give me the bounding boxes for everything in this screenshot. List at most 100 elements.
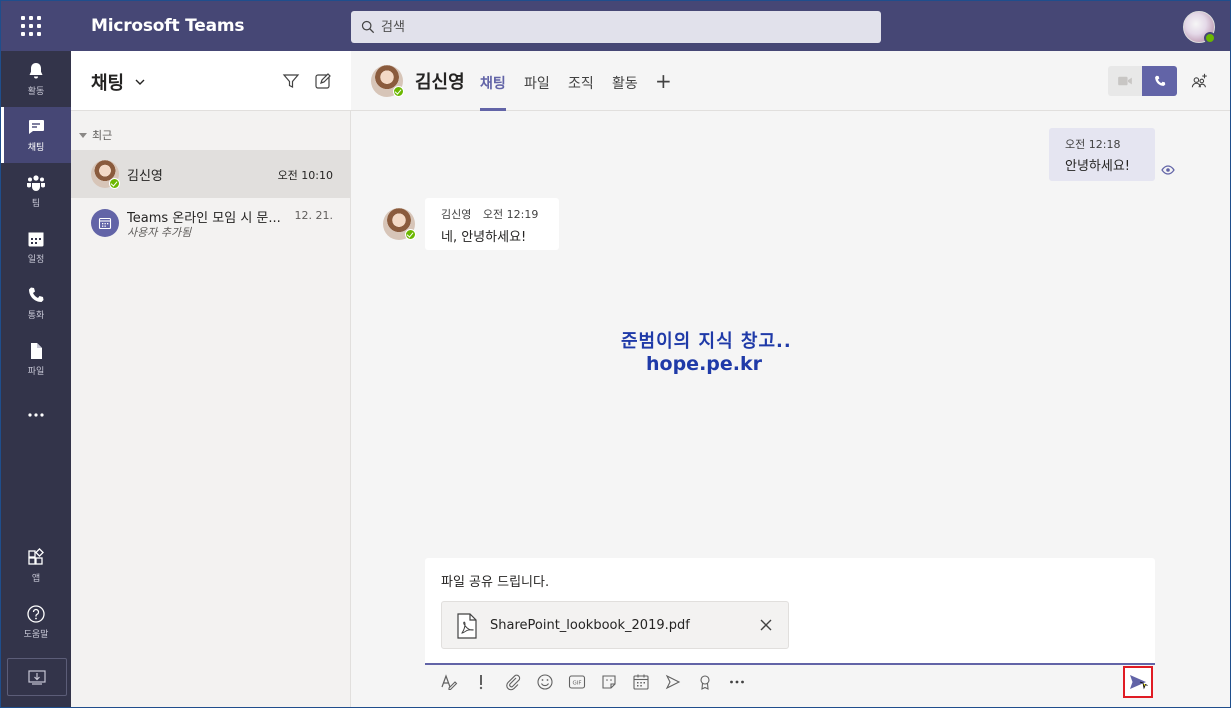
calendar-icon xyxy=(28,232,44,247)
rail-label: 활동 xyxy=(27,87,45,97)
pdf-file-icon xyxy=(457,613,477,639)
chat-time: 오전 10:10 xyxy=(277,169,333,182)
add-people-button[interactable] xyxy=(1189,70,1211,92)
add-people-icon xyxy=(1191,73,1207,88)
compose-box[interactable]: 파일 공유 드립니다. SharePoint_lookbook_2019.pdf xyxy=(425,558,1155,665)
watermark-url: hope.pe.kr xyxy=(646,353,762,375)
calendar-icon xyxy=(633,674,649,690)
app-title: Microsoft Teams xyxy=(91,16,245,36)
rail-item-calendar[interactable]: 일정 xyxy=(1,219,71,275)
rail-item-calls[interactable]: 통화 xyxy=(1,275,71,331)
compose-message-text[interactable]: 파일 공유 드립니다. xyxy=(441,571,549,590)
collapse-triangle-icon xyxy=(79,132,87,138)
rail-item-apps[interactable]: 앱 xyxy=(1,538,71,594)
teams-icon xyxy=(27,175,45,191)
download-icon xyxy=(28,670,46,685)
rail-label: 앱 xyxy=(31,574,41,584)
rail-label: 도움말 xyxy=(23,630,49,640)
video-call-button[interactable] xyxy=(1108,66,1142,96)
svg-text:GIF: GIF xyxy=(572,681,581,687)
search-input[interactable] xyxy=(381,19,861,35)
important-button[interactable] xyxy=(469,671,493,693)
read-receipt-eye-icon xyxy=(1161,165,1175,175)
phone-icon xyxy=(29,287,44,302)
conversation-header: 김신영 채팅 파일 조직 활동 + xyxy=(351,51,1230,111)
presence-available-icon xyxy=(1204,32,1216,44)
rail-label: 일정 xyxy=(27,255,45,265)
remove-attachment-button[interactable] xyxy=(756,615,776,635)
rail-label: 채팅 xyxy=(27,143,45,153)
add-tab-button[interactable]: + xyxy=(655,71,672,91)
close-icon xyxy=(760,619,772,631)
tab-organization[interactable]: 조직 xyxy=(568,73,594,111)
rail-item-help[interactable]: 도움말 xyxy=(1,594,71,650)
download-app-button[interactable] xyxy=(7,658,67,696)
message-received[interactable]: 김신영 오전 12:19 네, 안녕하세요! xyxy=(425,198,559,250)
chat-name: 김신영 xyxy=(127,169,163,184)
exclamation-icon xyxy=(479,675,483,690)
more-apps-button[interactable] xyxy=(1,387,71,443)
chat-preview: 사용자 추가됨 xyxy=(127,226,192,239)
audio-call-button[interactable] xyxy=(1142,66,1177,96)
app-rail: 활동 채팅 팀 일정 통화 파일 앱 도움말 xyxy=(1,51,71,707)
stream-button[interactable] xyxy=(661,671,685,693)
recent-section-header[interactable]: 최근 xyxy=(79,127,112,143)
schedule-meeting-button[interactable] xyxy=(629,671,653,693)
praise-button[interactable] xyxy=(693,671,717,693)
bell-icon xyxy=(29,63,43,79)
compose-icon xyxy=(315,73,331,89)
tab-activity[interactable]: 활동 xyxy=(612,73,638,111)
app-launcher-icon[interactable] xyxy=(19,14,43,38)
send-button[interactable] xyxy=(1123,666,1153,698)
message-text: 네, 안녕하세요! xyxy=(441,230,527,245)
new-chat-button[interactable] xyxy=(312,70,334,92)
calendar-icon xyxy=(98,217,112,230)
chat-time: 12. 21. xyxy=(294,209,333,222)
attach-button[interactable] xyxy=(501,671,525,693)
chat-list-item[interactable]: Teams 온라인 모임 시 문... 사용자 추가됨 12. 21. xyxy=(71,198,351,246)
rail-label: 팀 xyxy=(31,199,41,209)
tab-files[interactable]: 파일 xyxy=(524,73,550,111)
tab-chat[interactable]: 채팅 xyxy=(480,73,506,111)
presence-available-icon xyxy=(393,86,404,97)
rail-item-chat[interactable]: 채팅 xyxy=(1,107,71,163)
rail-item-files[interactable]: 파일 xyxy=(1,331,71,387)
chat-list-title-text: 채팅 xyxy=(91,73,125,94)
meeting-chat-avatar xyxy=(91,209,119,237)
apps-icon xyxy=(28,548,44,565)
format-button[interactable] xyxy=(437,671,461,693)
presence-available-icon xyxy=(109,178,120,189)
sticker-button[interactable] xyxy=(597,671,621,693)
gif-icon: GIF xyxy=(568,675,586,689)
watermark-text: 준범이의 지식 창고.. xyxy=(621,331,792,352)
presence-available-icon xyxy=(405,229,416,240)
format-text-icon xyxy=(441,674,458,691)
paperclip-icon xyxy=(506,674,521,691)
attachment-chip[interactable]: SharePoint_lookbook_2019.pdf xyxy=(441,601,789,649)
rail-label: 통화 xyxy=(27,311,45,321)
search-box[interactable] xyxy=(351,11,881,43)
chat-list-header: 채팅 xyxy=(71,51,351,111)
more-icon xyxy=(730,680,744,684)
chevron-down-icon xyxy=(135,79,145,85)
message-sent[interactable]: 오전 12:18 안녕하세요! xyxy=(1049,128,1155,181)
gif-button[interactable]: GIF xyxy=(565,671,589,693)
message-text: 안녕하세요! xyxy=(1065,159,1131,174)
more-options-button[interactable] xyxy=(725,671,749,693)
rail-label: 파일 xyxy=(27,367,45,377)
rail-item-activity[interactable]: 활동 xyxy=(1,51,71,107)
chat-list-item[interactable]: 김신영 오전 10:10 xyxy=(71,150,351,198)
chat-list-title[interactable]: 채팅 xyxy=(91,69,146,95)
filter-button[interactable] xyxy=(280,70,302,92)
emoji-button[interactable] xyxy=(533,671,557,693)
top-bar: Microsoft Teams xyxy=(1,1,1230,51)
teams-window: Microsoft Teams 활동 채팅 팀 일정 통화 xyxy=(0,0,1231,708)
sticker-icon xyxy=(602,675,616,689)
praise-badge-icon xyxy=(700,675,710,690)
attachment-filename: SharePoint_lookbook_2019.pdf xyxy=(490,618,690,633)
chat-icon xyxy=(29,120,44,134)
rail-item-teams[interactable]: 팀 xyxy=(1,163,71,219)
profile-avatar[interactable] xyxy=(1183,11,1216,44)
file-icon xyxy=(31,343,42,359)
send-icon xyxy=(1130,675,1148,690)
